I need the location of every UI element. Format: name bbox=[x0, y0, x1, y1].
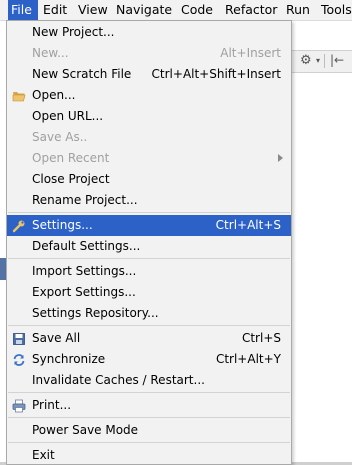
sync-icon bbox=[13, 354, 25, 366]
menu-item-label: Export Settings... bbox=[32, 285, 136, 299]
menu-item-save-all[interactable]: Save All Ctrl+S bbox=[7, 328, 291, 349]
menu-item-save-as[interactable]: Save As.. bbox=[7, 127, 291, 148]
menu-item-label: Power Save Mode bbox=[32, 423, 139, 437]
menu-item-open-url[interactable]: Open URL... bbox=[7, 106, 291, 127]
hide-panel-icon[interactable]: |← bbox=[330, 50, 344, 71]
menu-code[interactable]: Code bbox=[178, 0, 216, 20]
menu-item-close-project[interactable]: Close Project bbox=[7, 169, 291, 190]
menu-item-new[interactable]: New... Alt+Insert bbox=[7, 43, 291, 64]
menu-item-label: Print... bbox=[32, 398, 72, 412]
menu-item-shortcut: Alt+Insert bbox=[220, 46, 281, 60]
menu-item-default-settings[interactable]: Default Settings... bbox=[7, 236, 291, 257]
printer-icon bbox=[12, 399, 26, 413]
menu-tools[interactable]: Tools bbox=[318, 0, 352, 20]
menu-item-label: Rename Project... bbox=[32, 193, 138, 207]
menu-navigate[interactable]: Navigate bbox=[113, 0, 175, 20]
menu-item-label: Default Settings... bbox=[32, 239, 141, 253]
menu-item-new-project[interactable]: New Project... bbox=[7, 22, 291, 43]
menu-item-label: Close Project bbox=[32, 172, 110, 186]
menu-item-settings-repository[interactable]: Settings Repository... bbox=[7, 303, 291, 324]
menu-separator bbox=[8, 212, 290, 213]
menu-item-open-recent[interactable]: Open Recent bbox=[7, 148, 291, 169]
menu-item-import-settings[interactable]: Import Settings... bbox=[7, 261, 291, 282]
menu-item-label: New Scratch File bbox=[32, 67, 132, 81]
menu-item-label: Save All bbox=[32, 331, 81, 345]
menu-item-shortcut: Ctrl+Alt+S bbox=[215, 218, 281, 232]
menu-item-label: Open... bbox=[32, 88, 76, 102]
menu-item-label: Import Settings... bbox=[32, 264, 137, 278]
menu-item-label: Open URL... bbox=[32, 109, 104, 123]
wrench-icon bbox=[12, 220, 25, 233]
menu-item-settings[interactable]: Settings... Ctrl+Alt+S bbox=[7, 215, 291, 236]
menu-item-print[interactable]: Print... bbox=[7, 395, 291, 416]
file-menu: New Project... New... Alt+Insert New Scr… bbox=[6, 20, 292, 465]
menu-edit[interactable]: Edit bbox=[40, 0, 70, 20]
menu-item-label: Save As.. bbox=[32, 130, 88, 144]
chevron-down-icon[interactable]: ▾ bbox=[316, 50, 320, 71]
menu-item-label: Settings Repository... bbox=[32, 306, 159, 320]
menu-item-label: Synchronize bbox=[32, 352, 106, 366]
menu-item-label: Invalidate Caches / Restart... bbox=[32, 373, 205, 387]
menu-separator bbox=[8, 258, 290, 259]
menu-file[interactable]: File bbox=[8, 0, 38, 20]
ide-window: ⚙ ▾ |← File Edit View Navigate Code Refa… bbox=[0, 0, 352, 465]
gear-icon[interactable]: ⚙ bbox=[300, 50, 312, 71]
menu-separator bbox=[8, 325, 290, 326]
menu-separator bbox=[8, 392, 290, 393]
menu-view[interactable]: View bbox=[75, 0, 111, 20]
menu-item-label: Exit bbox=[32, 448, 55, 462]
menu-item-label: New Project... bbox=[32, 25, 115, 39]
menu-separator bbox=[8, 417, 290, 418]
menu-refactor[interactable]: Refactor bbox=[222, 0, 280, 20]
chevron-right-icon bbox=[278, 154, 283, 162]
menu-item-invalidate-caches[interactable]: Invalidate Caches / Restart... bbox=[7, 370, 291, 391]
menu-item-label: Settings... bbox=[32, 218, 93, 232]
editor-background bbox=[292, 20, 352, 465]
menu-item-exit[interactable]: Exit bbox=[7, 445, 291, 465]
menu-item-new-scratch-file[interactable]: New Scratch File Ctrl+Alt+Shift+Insert bbox=[7, 64, 291, 85]
menu-item-open[interactable]: Open... bbox=[7, 85, 291, 106]
menu-item-shortcut: Ctrl+Alt+Shift+Insert bbox=[151, 67, 281, 81]
save-all-icon bbox=[13, 333, 25, 345]
folder-icon bbox=[12, 92, 26, 102]
menu-item-shortcut: Ctrl+S bbox=[241, 331, 281, 345]
menu-item-rename-project[interactable]: Rename Project... bbox=[7, 190, 291, 211]
menu-separator bbox=[8, 442, 290, 443]
menu-run[interactable]: Run bbox=[283, 0, 313, 20]
menu-item-label: Open Recent bbox=[32, 151, 110, 165]
toolbar-divider bbox=[324, 54, 325, 68]
menu-item-synchronize[interactable]: Synchronize Ctrl+Alt+Y bbox=[7, 349, 291, 370]
menu-item-shortcut: Ctrl+Alt+Y bbox=[215, 352, 281, 366]
menu-bar: File Edit View Navigate Code Refactor Ru… bbox=[0, 0, 352, 21]
menu-item-label: New... bbox=[32, 46, 69, 60]
menu-item-power-save-mode[interactable]: Power Save Mode bbox=[7, 420, 291, 441]
menu-item-export-settings[interactable]: Export Settings... bbox=[7, 282, 291, 303]
